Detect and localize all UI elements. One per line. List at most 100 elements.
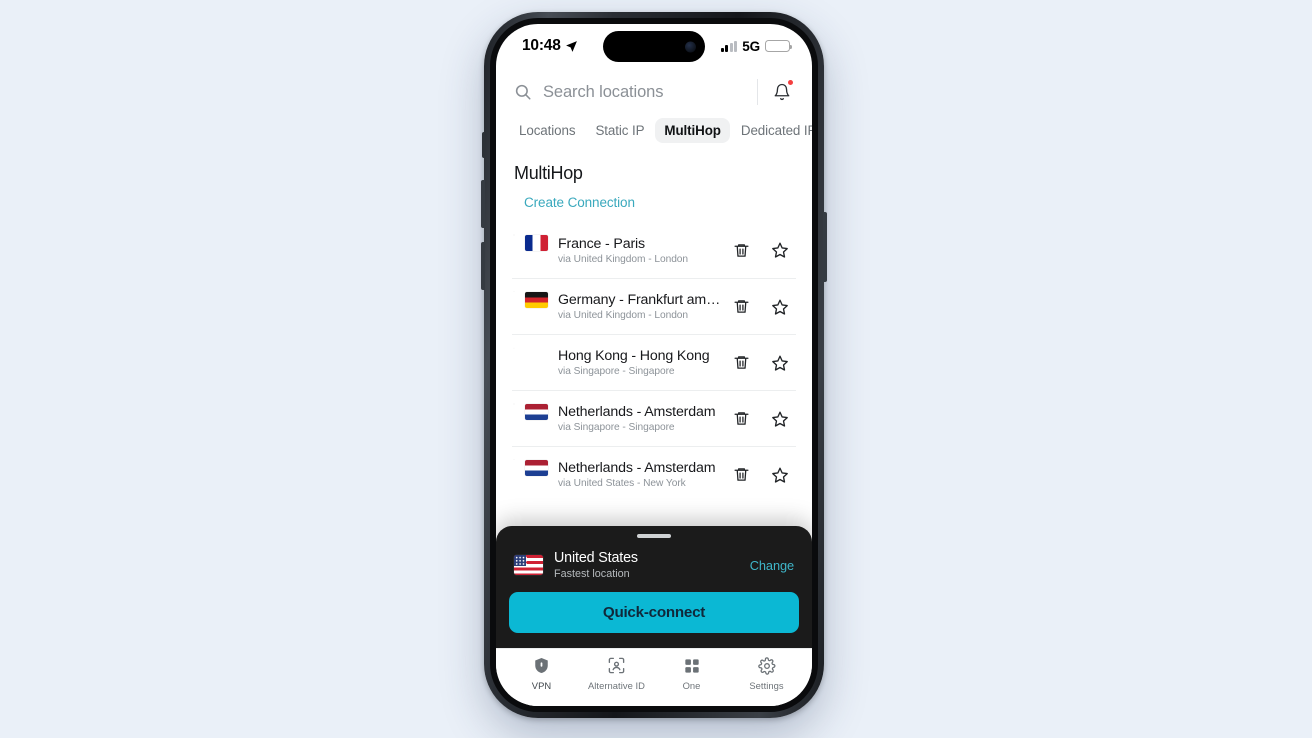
content-area: MultiHop Create Connection France - Pari… [496, 153, 812, 648]
dual-flag-icon [514, 291, 548, 322]
row-text: Germany - Frankfurt am Main via United K… [558, 292, 721, 321]
trash-icon[interactable] [731, 353, 751, 373]
grid-icon [684, 656, 700, 675]
multihop-connection-list: France - Paris via United Kingdom - Lond… [496, 222, 812, 502]
dynamic-island [603, 31, 705, 62]
row-actions [731, 353, 794, 373]
status-bar-right: 5G [720, 38, 793, 54]
create-connection-row: Create Connection [496, 188, 812, 222]
table-row[interactable]: Netherlands - Amsterdam via Singapore - … [512, 390, 796, 446]
network-type-label: 5G [742, 38, 760, 54]
search-bar: Search locations [496, 68, 812, 118]
selected-country: United States [554, 550, 638, 566]
power-button[interactable] [823, 212, 827, 282]
volume-up-button[interactable] [481, 180, 485, 228]
bell-icon [774, 83, 790, 101]
silent-switch[interactable] [482, 132, 485, 158]
selected-location-row[interactable]: United States Fastest location Change [509, 548, 799, 592]
tab-locations[interactable]: Locations [510, 118, 584, 143]
star-icon[interactable] [770, 353, 790, 373]
row-actions [731, 465, 794, 485]
volume-down-button[interactable] [481, 242, 485, 290]
star-icon[interactable] [770, 297, 790, 317]
dual-flag-icon [514, 235, 548, 265]
phone-frame: 10:48 5G Search locations Locations Stat… [481, 12, 827, 718]
location-arrow-icon [565, 40, 577, 52]
phone-screen: 10:48 5G Search locations Locations Stat… [496, 24, 812, 706]
selected-location-text: United States Fastest location [554, 550, 739, 580]
selected-location-subtitle: Fastest location [554, 568, 630, 580]
star-icon[interactable] [770, 240, 790, 260]
notification-badge-dot [788, 80, 793, 85]
bottom-tab-label: Alternative ID [588, 680, 645, 691]
status-bar-left: 10:48 [522, 37, 578, 55]
dual-flag-icon [514, 348, 548, 378]
search-input[interactable]: Search locations [514, 83, 747, 102]
search-divider [757, 79, 758, 105]
bottom-tab-label: Settings [749, 680, 784, 691]
connection-subtitle: via United States - New York [558, 478, 686, 489]
front-camera-icon [685, 41, 696, 52]
row-actions [731, 409, 794, 429]
star-icon[interactable] [770, 409, 790, 429]
star-icon[interactable] [770, 465, 790, 485]
connection-title: Germany - Frankfurt am Main [558, 292, 721, 308]
drag-handle[interactable] [637, 534, 671, 538]
battery-icon [765, 40, 793, 52]
connection-title: Netherlands - Amsterdam [558, 404, 716, 420]
flag-main-icon [525, 291, 548, 308]
search-icon [515, 84, 531, 100]
flag-main-icon [525, 235, 548, 251]
connection-title: Netherlands - Amsterdam [558, 460, 716, 476]
flag-main-icon [514, 555, 543, 575]
row-text: France - Paris via United Kingdom - Lond… [558, 236, 721, 265]
trash-icon[interactable] [731, 240, 751, 260]
create-connection-link[interactable]: Create Connection [524, 195, 635, 210]
table-row[interactable]: Hong Kong - Hong Kong via Singapore - Si… [512, 334, 796, 390]
table-row[interactable]: Germany - Frankfurt am Main via United K… [512, 278, 796, 334]
alternative-id-icon [607, 656, 626, 675]
gear-icon [757, 656, 776, 675]
trash-icon[interactable] [731, 297, 751, 317]
table-row[interactable]: Netherlands - Amsterdam via United State… [512, 446, 796, 502]
change-location-link[interactable]: Change [750, 558, 794, 573]
bottom-tab-vpn[interactable]: VPN [504, 656, 579, 691]
dual-flag-icon [514, 459, 548, 490]
row-text: Netherlands - Amsterdam via Singapore - … [558, 404, 721, 433]
tab-static-ip[interactable]: Static IP [586, 118, 653, 143]
connection-title: France - Paris [558, 235, 645, 252]
connection-subtitle: via Singapore - Singapore [558, 422, 675, 433]
bottom-tab-alternative-id[interactable]: Alternative ID [579, 656, 654, 691]
table-row[interactable]: France - Paris via United Kingdom - Lond… [512, 222, 796, 278]
trash-icon[interactable] [731, 465, 751, 485]
screenshot-canvas: 10:48 5G Search locations Locations Stat… [0, 0, 1312, 738]
shield-icon [534, 656, 549, 675]
bottom-tab-label: One [682, 680, 701, 691]
bottom-tab-bar: VPN Alternative ID One Settings [496, 648, 812, 706]
row-actions [731, 297, 794, 317]
connection-subtitle: via United Kingdom - London [558, 253, 689, 265]
quick-connect-sheet: United States Fastest location Change Qu… [496, 526, 812, 648]
flag-main-icon [525, 403, 548, 420]
bottom-tab-label: VPN [531, 680, 552, 691]
tab-dedicated-ip[interactable]: Dedicated IP [732, 118, 812, 143]
row-text: Hong Kong - Hong Kong via Singapore - Si… [558, 348, 721, 377]
page-title: MultiHop [514, 163, 583, 183]
flag-main-icon [525, 459, 548, 476]
connection-subtitle: via United Kingdom - London [558, 310, 689, 321]
quick-connect-button[interactable]: Quick-connect [509, 592, 799, 633]
cellular-signal-icon [720, 40, 738, 52]
connection-subtitle: via Singapore - Singapore [558, 366, 675, 377]
bottom-tab-one[interactable]: One [654, 656, 729, 691]
row-actions [731, 240, 794, 260]
status-bar: 10:48 5G [496, 24, 812, 68]
connection-title: Hong Kong - Hong Kong [558, 348, 710, 364]
notifications-button[interactable] [768, 78, 796, 106]
search-placeholder: Search locations [543, 82, 664, 101]
trash-icon[interactable] [731, 409, 751, 429]
row-text: Netherlands - Amsterdam via United State… [558, 460, 721, 489]
bottom-tab-settings[interactable]: Settings [729, 656, 804, 691]
dual-flag-icon [514, 403, 548, 434]
tab-multihop[interactable]: MultiHop [655, 118, 730, 143]
section-tabs: Locations Static IP MultiHop Dedicated I… [496, 118, 812, 153]
